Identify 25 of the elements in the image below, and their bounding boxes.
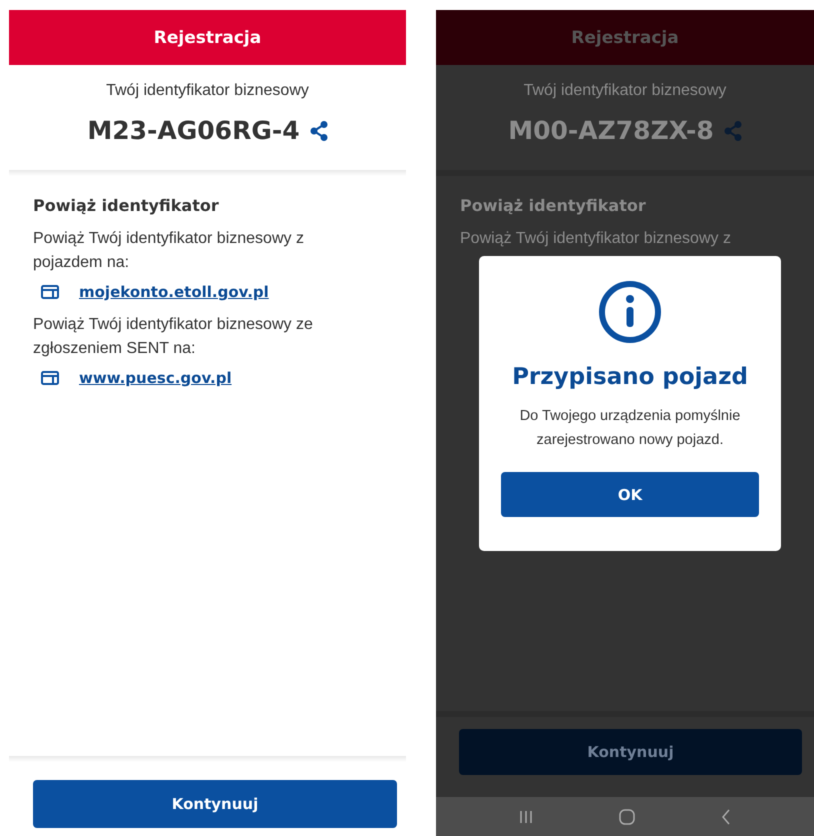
instruction-text: Powiąż Twój identyfikator biznesowy z	[460, 229, 731, 249]
screen-title: Rejestracja	[571, 28, 679, 48]
instruction-text: Powiąż Twój identyfikator biznesowy z pojazdem na:	[33, 229, 305, 273]
share-icon[interactable]	[310, 120, 328, 140]
business-id: M23-AG06RG-4	[87, 116, 300, 145]
dialog-message: Do Twojego urządzenia pomyślnie zarejestrowano nowy pojazd.	[518, 407, 742, 450]
browser-window-icon	[41, 285, 59, 299]
id-label: Twój identyfikator biznesowy	[106, 82, 309, 100]
home-icon[interactable]	[619, 808, 635, 824]
dialog-title: Przypisano pojazd	[512, 364, 748, 390]
screen-title: Rejestracja	[154, 28, 262, 48]
continue-button[interactable]: Kontynuuj	[33, 780, 397, 828]
instruction-text: Powiąż Twój identyfikator biznesowy ze zgłoszeniem SENT na:	[33, 315, 314, 359]
ok-button[interactable]: OK	[501, 472, 759, 517]
back-icon[interactable]	[721, 808, 731, 824]
id-label: Twój identyfikator biznesowy	[524, 82, 726, 100]
recent-apps-icon[interactable]	[519, 810, 533, 824]
continue-button[interactable]: Kontynuuj	[459, 729, 802, 775]
section-heading: Powiąż identyfikator	[33, 196, 219, 215]
website-link[interactable]: www.puesc.gov.pl	[79, 369, 232, 387]
browser-window-icon	[41, 371, 59, 385]
business-id: M00-AZ78ZX-8	[508, 116, 714, 145]
section-heading: Powiąż identyfikator	[460, 196, 646, 215]
website-link[interactable]: mojekonto.etoll.gov.pl	[79, 283, 269, 301]
info-icon	[598, 280, 662, 344]
